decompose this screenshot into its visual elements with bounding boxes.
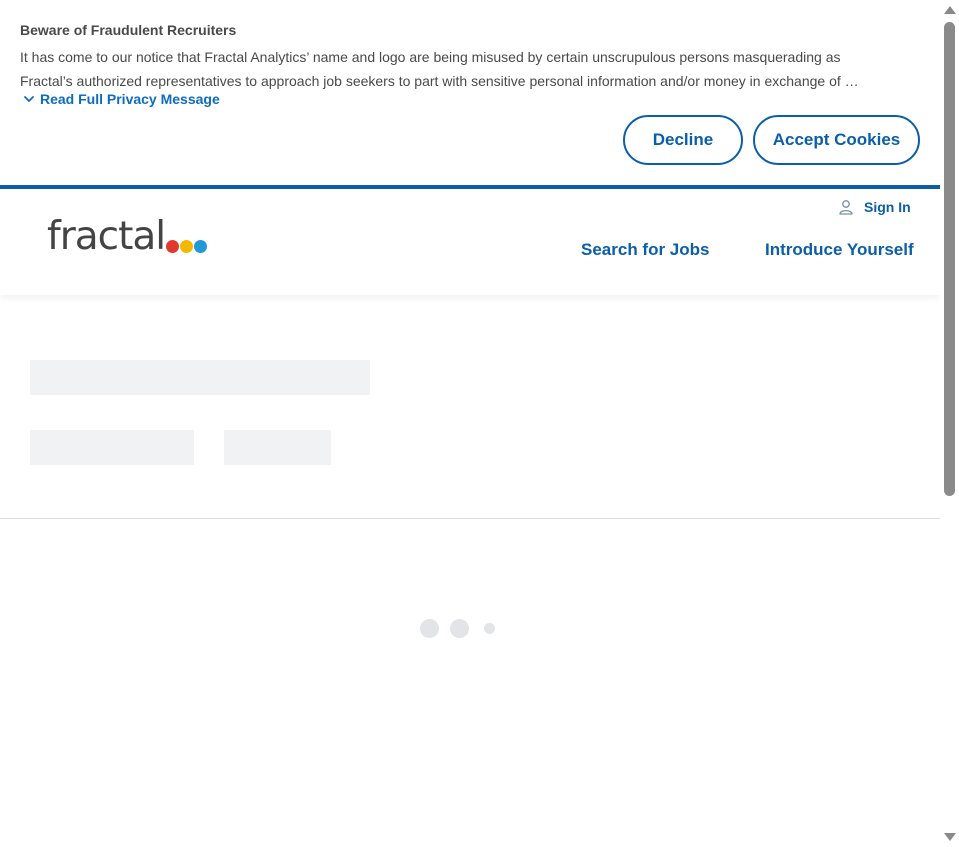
skeleton-placeholder-1 [30, 430, 194, 465]
loading-dot-1 [420, 619, 439, 638]
read-full-privacy-label: Read Full Privacy Message [40, 91, 220, 107]
nav-search-for-jobs[interactable]: Search for Jobs [581, 240, 710, 260]
skeleton-title-placeholder [30, 360, 370, 395]
sign-in-link[interactable]: Sign In [838, 199, 911, 215]
banner-message-line-1: It has come to our notice that Fractal A… [20, 49, 841, 65]
fractal-logo[interactable]: fractal [47, 214, 208, 259]
nav-introduce-yourself[interactable]: Introduce Yourself [765, 240, 914, 260]
scroll-down-arrow-icon[interactable] [944, 833, 956, 841]
scroll-up-arrow-icon[interactable] [944, 6, 956, 14]
logo-dots [166, 240, 208, 253]
skeleton-placeholder-2 [224, 430, 331, 465]
banner-message-line-2: Fractal’s authorized representatives to … [20, 73, 859, 89]
banner-title: Beware of Fraudulent Recruiters [20, 22, 237, 38]
logo-dot-yellow [180, 240, 194, 253]
loading-indicator [420, 619, 500, 639]
privacy-banner: Beware of Fraudulent Recruiters It has c… [0, 0, 940, 185]
user-icon [839, 200, 853, 215]
logo-dot-red [166, 240, 180, 253]
decline-button[interactable]: Decline [623, 115, 743, 165]
loading-dot-3 [484, 623, 495, 634]
vertical-scrollbar[interactable] [940, 0, 959, 847]
logo-wordmark: fractal [47, 214, 166, 259]
site-header: fractal Sign In Search for Jobs Introduc… [0, 189, 940, 295]
banner-message: It has come to our notice that Fractal A… [20, 45, 920, 93]
scrollbar-thumb[interactable] [944, 22, 955, 496]
read-full-privacy-link[interactable]: Read Full Privacy Message [22, 91, 220, 107]
content-divider [0, 518, 940, 519]
loading-dot-2 [450, 619, 469, 638]
sign-in-label: Sign In [864, 199, 911, 215]
accept-cookies-button[interactable]: Accept Cookies [753, 115, 920, 165]
chevron-down-icon [24, 96, 34, 102]
logo-dot-blue [194, 240, 208, 253]
